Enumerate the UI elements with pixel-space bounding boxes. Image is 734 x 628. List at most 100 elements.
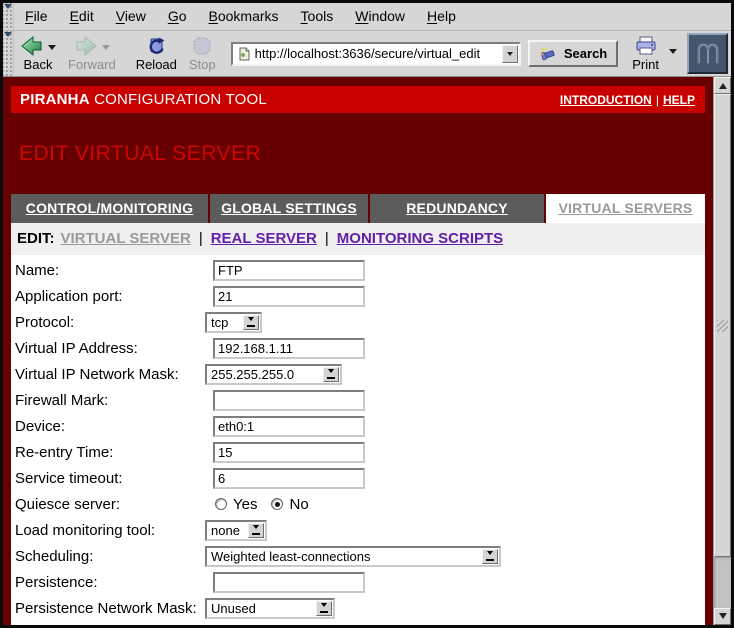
chevron-down-icon <box>487 551 493 558</box>
stop-icon <box>192 36 212 56</box>
print-button[interactable]: Print <box>626 33 665 75</box>
service-timeout-input[interactable] <box>213 468 365 489</box>
menubar-grip-handle[interactable] <box>3 3 14 30</box>
persistence-network-mask-dropdown-button[interactable] <box>316 601 332 616</box>
quiesce-server-radio-group: Yes No <box>215 496 317 513</box>
browser-window: FileEditViewGoBookmarksToolsWindowHelp B… <box>0 0 734 628</box>
url-bar[interactable]: http://localhost:3636/secure/virtual_edi… <box>231 42 521 66</box>
menu-items: FileEditViewGoBookmarksToolsWindowHelp <box>14 3 467 30</box>
vertical-scrollbar[interactable] <box>713 77 731 625</box>
url-input[interactable]: http://localhost:3636/secure/virtual_edi… <box>255 46 502 61</box>
quiesce-server-radio-label-no: No <box>289 496 308 513</box>
re-entry-time-input[interactable] <box>213 442 365 463</box>
forward-button-label: Forward <box>68 57 116 72</box>
menu-bookmarks[interactable]: Bookmarks <box>198 3 290 30</box>
header-link-introduction[interactable]: INTRODUCTION <box>560 93 652 107</box>
virtual-ip-network-mask-dropdown-button[interactable] <box>323 367 339 382</box>
persistence-network-mask-label: Persistence Network Mask: <box>15 600 205 617</box>
form-row-persistence: Persistence: <box>11 569 705 595</box>
quiesce-server-label: Quiesce server: <box>15 496 205 513</box>
back-icon <box>20 35 44 57</box>
tab-virtual-servers[interactable]: VIRTUAL SERVERS <box>546 194 705 223</box>
scrollbar-thumb[interactable] <box>714 94 731 557</box>
subnav-separator: | <box>317 230 337 247</box>
dropdown-bar-icon <box>247 325 255 327</box>
form-row-application-port: Application port: <box>11 283 705 309</box>
header-link-help[interactable]: HELP <box>663 93 695 107</box>
virtual-ip-network-mask-select[interactable]: 255.255.255.0 <box>205 364 342 385</box>
scheduling-select[interactable]: Weighted least-connections <box>205 546 501 567</box>
back-button[interactable]: Back <box>14 33 62 75</box>
app-header-band: PIRANHA CONFIGURATION TOOL INTRODUCTION|… <box>11 86 705 113</box>
mozilla-logo[interactable] <box>687 33 728 74</box>
header-links: INTRODUCTION|HELP <box>560 93 695 107</box>
load-monitoring-tool-dropdown-button[interactable] <box>248 523 264 538</box>
form-row-firewall-mark: Firewall Mark: <box>11 387 705 413</box>
menu-window[interactable]: Window <box>344 3 416 30</box>
search-button[interactable]: Search <box>528 40 618 67</box>
quiesce-server-radio-yes[interactable] <box>215 498 227 510</box>
protocol-select[interactable]: tcp <box>205 312 262 333</box>
page-proxy-icon <box>237 47 251 61</box>
quiesce-server-radio-label-yes: Yes <box>233 496 257 513</box>
service-timeout-label: Service timeout: <box>15 470 205 487</box>
application-port-input[interactable] <box>213 286 365 307</box>
chevron-down-icon <box>253 525 259 532</box>
subnav-link-virtual-server[interactable]: VIRTUAL SERVER <box>61 230 191 247</box>
load-monitoring-tool-selected-value: none <box>207 523 248 538</box>
form-row-re-entry-time: Re-entry Time: <box>11 439 705 465</box>
print-icon <box>634 36 658 56</box>
menu-file[interactable]: File <box>14 3 59 30</box>
device-input[interactable] <box>213 416 365 437</box>
firewall-mark-label: Firewall Mark: <box>15 392 205 409</box>
quiesce-server-radio-no[interactable] <box>271 498 283 510</box>
forward-button[interactable]: Forward <box>62 33 122 75</box>
menu-bar: FileEditViewGoBookmarksToolsWindowHelp <box>3 3 731 31</box>
protocol-dropdown-button[interactable] <box>243 315 259 330</box>
firewall-mark-input[interactable] <box>213 390 365 411</box>
scroll-up-button[interactable] <box>714 77 731 94</box>
menu-tools[interactable]: Tools <box>290 3 345 30</box>
toolbar-grip-handle[interactable] <box>3 31 14 76</box>
load-monitoring-tool-select[interactable]: none <box>205 520 267 541</box>
tab-control-monitoring[interactable]: CONTROL/MONITORING <box>11 194 208 223</box>
virtual-ip-address-input[interactable] <box>213 338 365 359</box>
persistence-network-mask-selected-value: Unused <box>207 601 316 616</box>
virtual-ip-network-mask-selected-value: 255.255.255.0 <box>207 367 323 382</box>
url-history-dropdown[interactable] <box>502 45 518 63</box>
scheduling-selected-value: Weighted least-connections <box>207 549 482 564</box>
subnav-link-monitoring-scripts[interactable]: MONITORING SCRIPTS <box>337 230 503 247</box>
scroll-down-button[interactable] <box>714 608 731 625</box>
print-dropdown-icon[interactable] <box>669 49 677 58</box>
menu-help[interactable]: Help <box>416 3 467 30</box>
menu-view[interactable]: View <box>105 3 157 30</box>
menu-edit[interactable]: Edit <box>59 3 105 30</box>
scrollbar-track[interactable] <box>714 557 731 608</box>
application-port-label: Application port: <box>15 288 205 305</box>
protocol-label: Protocol: <box>15 314 205 331</box>
virtual-ip-network-mask-label: Virtual IP Network Mask: <box>15 366 205 383</box>
subnav-link-real-server[interactable]: REAL SERVER <box>211 230 317 247</box>
back-history-dropdown-icon[interactable] <box>48 45 56 54</box>
reload-button[interactable]: Reload <box>130 33 183 75</box>
virtual-ip-address-label: Virtual IP Address: <box>15 340 205 357</box>
tab-global-settings[interactable]: GLOBAL SETTINGS <box>210 194 368 223</box>
stop-button[interactable]: Stop <box>183 33 222 75</box>
name-label: Name: <box>15 262 205 279</box>
forward-history-dropdown-icon[interactable] <box>102 45 110 54</box>
persistence-network-mask-select[interactable]: Unused <box>205 598 335 619</box>
navigation-toolbar: Back Forward <box>3 31 731 77</box>
main-tabs: CONTROL/MONITORINGGLOBAL SETTINGSREDUNDA… <box>11 194 705 223</box>
tab-redundancy[interactable]: REDUNDANCY <box>370 194 544 223</box>
chevron-down-icon <box>321 603 327 610</box>
form-row-virtual-ip-network-mask: Virtual IP Network Mask:255.255.255.0 <box>11 361 705 387</box>
dropdown-bar-icon <box>252 533 260 535</box>
name-input[interactable] <box>213 260 365 281</box>
reload-icon <box>145 35 167 57</box>
subnav-prefix: EDIT: <box>17 230 61 247</box>
edit-subnav: EDIT:VIRTUAL SERVER|REAL SERVER|MONITORI… <box>11 223 705 255</box>
scheduling-dropdown-button[interactable] <box>482 549 498 564</box>
protocol-selected-value: tcp <box>207 315 243 330</box>
menu-go[interactable]: Go <box>157 3 198 30</box>
persistence-input[interactable] <box>213 572 365 593</box>
